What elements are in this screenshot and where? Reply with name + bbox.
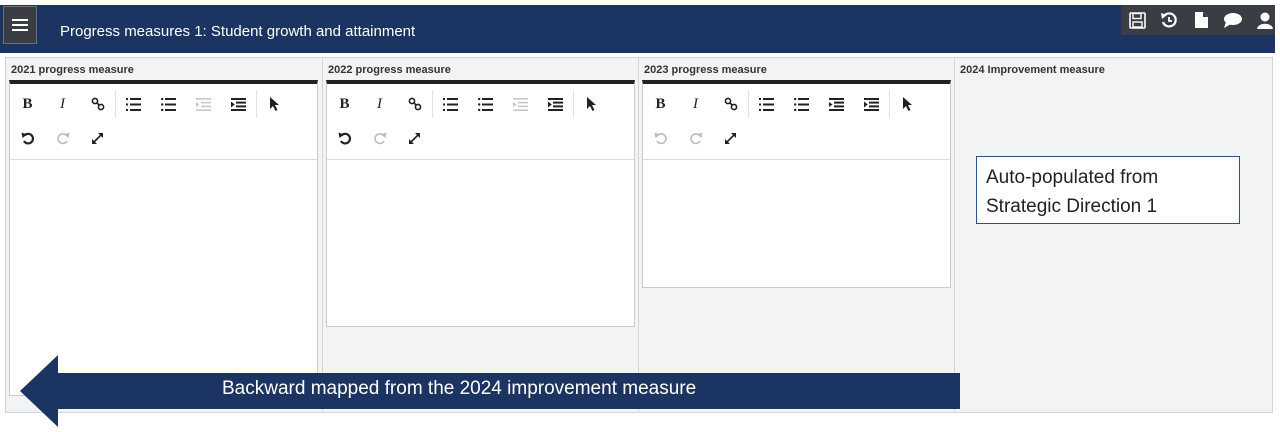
- bold-icon[interactable]: B: [643, 90, 678, 118]
- save-icon[interactable]: [1127, 9, 1147, 31]
- italic-icon[interactable]: I: [362, 90, 397, 118]
- bullet-list-icon[interactable]: [784, 90, 819, 118]
- column-label: 2024 Improvement measure: [960, 64, 1105, 76]
- hamburger-icon: [12, 19, 28, 21]
- rich-text-editor-2022: B I: [326, 80, 635, 327]
- bold-icon[interactable]: B: [10, 90, 45, 118]
- indent-icon[interactable]: [538, 90, 573, 118]
- page-title: Progress measures 1: Student growth and …: [60, 23, 416, 40]
- pointer-icon[interactable]: [890, 90, 925, 118]
- numbered-list-icon[interactable]: [749, 90, 784, 118]
- numbered-list-icon[interactable]: [433, 90, 468, 118]
- header-toolbar: [1121, 5, 1275, 35]
- expand-icon[interactable]: [397, 124, 432, 152]
- undo-icon[interactable]: [327, 124, 362, 152]
- outdent-icon[interactable]: [503, 90, 538, 118]
- hamburger-icon: [12, 29, 28, 31]
- outdent-icon[interactable]: [186, 90, 221, 118]
- editor-toolbar: B I: [10, 84, 317, 160]
- history-icon[interactable]: [1159, 9, 1179, 31]
- bold-icon[interactable]: B: [327, 90, 362, 118]
- pointer-icon[interactable]: [574, 90, 609, 118]
- redo-icon[interactable]: [45, 124, 80, 152]
- expand-icon[interactable]: [713, 124, 748, 152]
- column-label: 2021 progress measure: [11, 64, 134, 76]
- redo-icon[interactable]: [362, 124, 397, 152]
- auto-populated-callout: Auto-populated from Strategic Direction …: [976, 156, 1240, 224]
- indent-icon[interactable]: [854, 90, 889, 118]
- expand-icon[interactable]: [80, 124, 115, 152]
- app-header: Progress measures 1: Student growth and …: [0, 0, 1280, 54]
- comment-icon[interactable]: [1223, 9, 1243, 31]
- outdent-icon[interactable]: [819, 90, 854, 118]
- title-bar: Progress measures 1: Student growth and …: [0, 5, 1275, 53]
- link-icon[interactable]: [397, 90, 432, 118]
- bullet-list-icon[interactable]: [151, 90, 186, 118]
- numbered-list-icon[interactable]: [116, 90, 151, 118]
- italic-icon[interactable]: I: [678, 90, 713, 118]
- callout-line-2: Strategic Direction 1: [986, 196, 1158, 217]
- document-icon[interactable]: [1191, 9, 1211, 31]
- undo-icon[interactable]: [10, 124, 45, 152]
- rich-text-editor-2023: B I: [642, 80, 951, 288]
- callout-line-1: Auto-populated from: [986, 167, 1159, 188]
- column-label: 2023 progress measure: [644, 64, 767, 76]
- hamburger-icon: [12, 24, 28, 26]
- indent-icon[interactable]: [221, 90, 256, 118]
- column-label: 2022 progress measure: [328, 64, 451, 76]
- italic-icon[interactable]: I: [45, 90, 80, 118]
- bullet-list-icon[interactable]: [468, 90, 503, 118]
- undo-icon[interactable]: [643, 124, 678, 152]
- editor-toolbar: B I: [327, 84, 634, 160]
- editor-toolbar: B I: [643, 84, 950, 160]
- pointer-icon[interactable]: [257, 90, 292, 118]
- hamburger-menu-button[interactable]: [3, 6, 37, 44]
- link-icon[interactable]: [80, 90, 115, 118]
- user-icon[interactable]: [1255, 9, 1275, 31]
- backward-arrow-label: Backward mapped from the 2024 improvemen…: [222, 378, 697, 399]
- redo-icon[interactable]: [678, 124, 713, 152]
- rich-text-editor-2021: B I: [9, 80, 318, 396]
- link-icon[interactable]: [713, 90, 748, 118]
- column-2024: 2024 Improvement measure: [955, 58, 1272, 412]
